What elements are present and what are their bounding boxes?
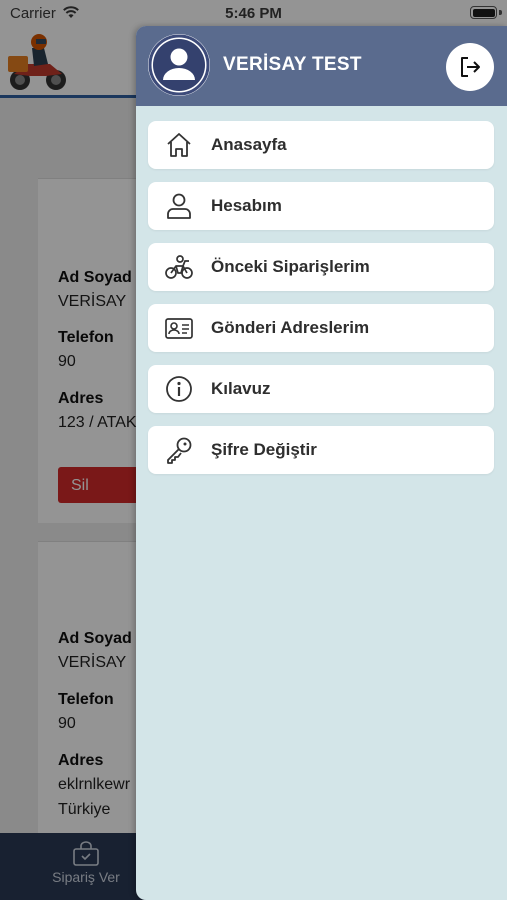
- drawer-header: VERİSAY TEST: [136, 26, 507, 106]
- status-bar: Carrier 5:46 PM: [0, 0, 507, 26]
- clock: 5:46 PM: [225, 5, 282, 22]
- logout-icon: [461, 57, 480, 77]
- key-icon: [167, 437, 192, 464]
- menu-label-account: Hesabım: [211, 196, 282, 215]
- avatar: [148, 34, 210, 96]
- motorcycle-icon: [165, 255, 193, 279]
- logout-button[interactable]: [446, 43, 494, 91]
- user-name: VERİSAY TEST: [223, 54, 362, 75]
- menu-item-addresses[interactable]: Gönderi Adreslerim: [148, 304, 494, 352]
- id-card-icon: [165, 318, 193, 339]
- menu-label-addresses: Gönderi Adreslerim: [211, 318, 370, 337]
- menu-item-change-password[interactable]: Şifre Değiştir: [148, 426, 494, 474]
- info-icon: [166, 376, 192, 402]
- user-icon: [167, 193, 191, 219]
- menu-item-account[interactable]: Hesabım: [148, 182, 494, 230]
- menu-item-previous-orders[interactable]: Önceki Siparişlerim: [148, 243, 494, 291]
- user-avatar-icon: [148, 34, 210, 96]
- menu-label-previous-orders: Önceki Siparişlerim: [211, 257, 370, 276]
- side-drawer: VERİSAY TEST Anasayfa Hesabım Önceki Sip…: [136, 26, 507, 900]
- menu-item-guide[interactable]: Kılavuz: [148, 365, 494, 413]
- menu-label-guide: Kılavuz: [211, 379, 271, 398]
- home-icon: [167, 133, 191, 157]
- battery-icon: [470, 6, 497, 19]
- menu-label-change-password: Şifre Değiştir: [211, 440, 317, 459]
- menu-item-home[interactable]: Anasayfa: [148, 121, 494, 169]
- battery-tip: [499, 10, 502, 15]
- menu-label-home: Anasayfa: [211, 135, 287, 154]
